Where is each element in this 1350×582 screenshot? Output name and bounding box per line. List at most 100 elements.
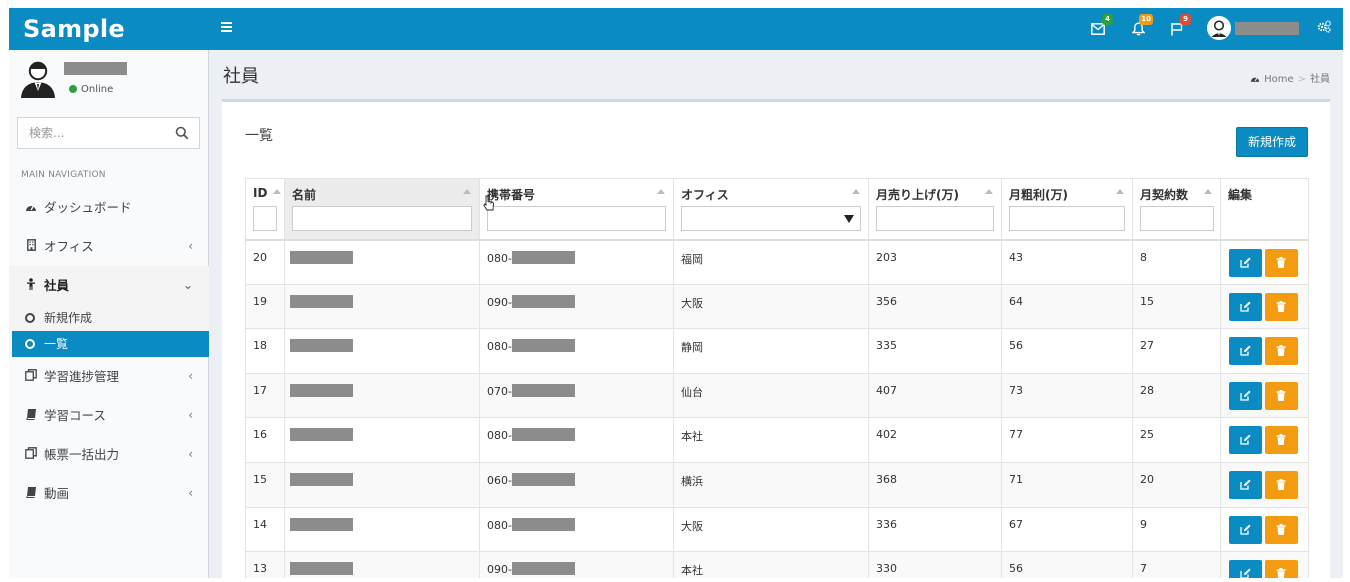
- sidebar-item-office[interactable]: オフィス ‹: [9, 227, 209, 266]
- top-header: Sample 4 10 9: [9, 8, 1343, 50]
- user-online-status: Online: [69, 84, 113, 95]
- phone-redacted: [511, 517, 575, 531]
- phone-redacted: [511, 428, 575, 442]
- circle-icon: [25, 313, 35, 323]
- sidebar-item-employees[interactable]: 社員 ⌄: [9, 266, 209, 305]
- settings-gears-icon[interactable]: [1317, 20, 1333, 36]
- edit-button[interactable]: [1229, 337, 1262, 366]
- cell-office: 本社: [673, 551, 869, 578]
- chevron-left-icon: ‹: [188, 369, 193, 383]
- bell-icon[interactable]: 10: [1129, 14, 1153, 38]
- edit-button[interactable]: [1229, 470, 1262, 499]
- column-header-office[interactable]: オフィス: [673, 178, 869, 241]
- filter-contracts-input[interactable]: [1140, 206, 1214, 231]
- filter-name-input[interactable]: [292, 206, 472, 231]
- search-input[interactable]: [18, 118, 158, 148]
- breadcrumb-current: 社員: [1310, 74, 1330, 85]
- edit-icon: [1240, 479, 1251, 490]
- cell-phone: 080-: [479, 417, 674, 463]
- filter-sales-input[interactable]: [876, 206, 994, 231]
- new-employee-button[interactable]: 新規作成: [1236, 127, 1308, 157]
- name-redacted: [290, 383, 353, 397]
- sidebar-item-bulk-report[interactable]: 帳票一括出力 ‹: [9, 435, 209, 474]
- filter-profit-input[interactable]: [1009, 206, 1125, 231]
- delete-button[interactable]: [1265, 470, 1298, 499]
- edit-button[interactable]: [1229, 560, 1262, 578]
- cell-actions: [1220, 461, 1309, 508]
- cell-office: 福岡: [673, 239, 869, 285]
- cell-profit: 71: [1001, 461, 1133, 508]
- edit-button[interactable]: [1229, 292, 1262, 321]
- mouse-cursor-icon: [483, 195, 494, 211]
- table-header-row: ID 名前 携帯番号 オフィス 月売り上げ(万) 月粗利(万) 月契約数 編集: [245, 178, 1309, 241]
- cell-phone: 080-: [479, 328, 674, 374]
- column-header-sales[interactable]: 月売り上げ(万): [868, 178, 1002, 241]
- delete-button[interactable]: [1265, 248, 1298, 277]
- sidebar-item-learning-progress[interactable]: 学習進捗管理 ‹: [9, 357, 209, 396]
- book-icon: [24, 475, 38, 514]
- sidebar-subitem-new[interactable]: 新規作成: [9, 305, 209, 331]
- column-header-id[interactable]: ID: [245, 178, 285, 241]
- delete-button[interactable]: [1265, 292, 1298, 321]
- cell-id: 18: [245, 328, 285, 374]
- mail-icon[interactable]: 4: [1089, 14, 1113, 38]
- column-header-edit: 編集: [1220, 178, 1309, 241]
- delete-button[interactable]: [1265, 560, 1298, 578]
- cell-actions: [1220, 417, 1309, 463]
- filter-phone-input[interactable]: [487, 206, 666, 231]
- edit-button[interactable]: [1229, 426, 1262, 455]
- sidebar-item-learning-course[interactable]: 学習コース ‹: [9, 396, 209, 435]
- delete-button[interactable]: [1265, 337, 1298, 366]
- column-header-profit[interactable]: 月粗利(万): [1001, 178, 1133, 241]
- cell-sales: 356: [868, 283, 1002, 330]
- column-header-name[interactable]: 名前: [284, 178, 480, 241]
- cell-office: 横浜: [673, 461, 869, 508]
- cell-profit: 67: [1001, 506, 1133, 553]
- sidebar-item-video[interactable]: 動画 ‹: [9, 474, 209, 513]
- delete-button[interactable]: [1265, 515, 1298, 544]
- user-name-redacted: [1235, 22, 1299, 35]
- app-logo[interactable]: Sample: [9, 8, 209, 50]
- sort-up-icon: [463, 189, 471, 194]
- sort-up-icon: [1204, 189, 1212, 194]
- phone-redacted: [511, 339, 575, 353]
- cell-profit: 77: [1001, 417, 1133, 463]
- list-box: 一覧 新規作成 ID 名前 携帯番号 オフィス 月売り上げ(万) 月粗利(万) …: [222, 99, 1330, 578]
- cell-sales: 402: [868, 417, 1002, 463]
- cell-actions: [1220, 328, 1309, 374]
- sidebar-subitem-list[interactable]: 一覧: [12, 331, 209, 357]
- cell-phone: 070-: [479, 372, 674, 419]
- edit-icon: [1240, 390, 1251, 401]
- search-icon[interactable]: [175, 126, 189, 140]
- edit-button[interactable]: [1229, 248, 1262, 277]
- copy-icon: [24, 358, 38, 397]
- cell-name: [284, 461, 480, 508]
- edit-icon: [1240, 345, 1251, 356]
- building-icon: [24, 228, 38, 267]
- edit-button[interactable]: [1229, 515, 1262, 544]
- sort-up-icon: [657, 189, 665, 194]
- flag-icon[interactable]: 9: [1167, 14, 1191, 38]
- column-header-contracts[interactable]: 月契約数: [1132, 178, 1221, 241]
- sidebar-toggle-icon[interactable]: [221, 20, 237, 36]
- cell-contracts: 28: [1132, 372, 1221, 419]
- breadcrumb-separator: >: [1297, 74, 1306, 85]
- copy-icon: [24, 436, 38, 475]
- delete-button[interactable]: [1265, 426, 1298, 455]
- name-redacted: [290, 339, 353, 353]
- app-frame: Sample 4 10 9 Online 検索... MAIN NAVIGATI…: [9, 8, 1343, 578]
- cell-actions: [1220, 239, 1309, 285]
- chevron-down-icon: ⌄: [182, 278, 193, 292]
- edit-button[interactable]: [1229, 381, 1262, 410]
- chevron-left-icon: ‹: [188, 239, 193, 253]
- column-header-phone[interactable]: 携帯番号: [479, 178, 674, 241]
- table-row: 20 080- 福岡 203 43 8: [245, 239, 1309, 285]
- filter-id-input[interactable]: [253, 206, 277, 231]
- breadcrumb-home-link[interactable]: Home: [1264, 74, 1294, 85]
- table-row: 18 080- 静岡 335 56 27: [245, 328, 1309, 374]
- filter-office-select[interactable]: [681, 206, 861, 231]
- sidebar-item-dashboard[interactable]: ダッシュボード: [9, 188, 209, 227]
- cell-sales: 336: [868, 506, 1002, 553]
- delete-button[interactable]: [1265, 381, 1298, 410]
- cell-office: 仙台: [673, 372, 869, 419]
